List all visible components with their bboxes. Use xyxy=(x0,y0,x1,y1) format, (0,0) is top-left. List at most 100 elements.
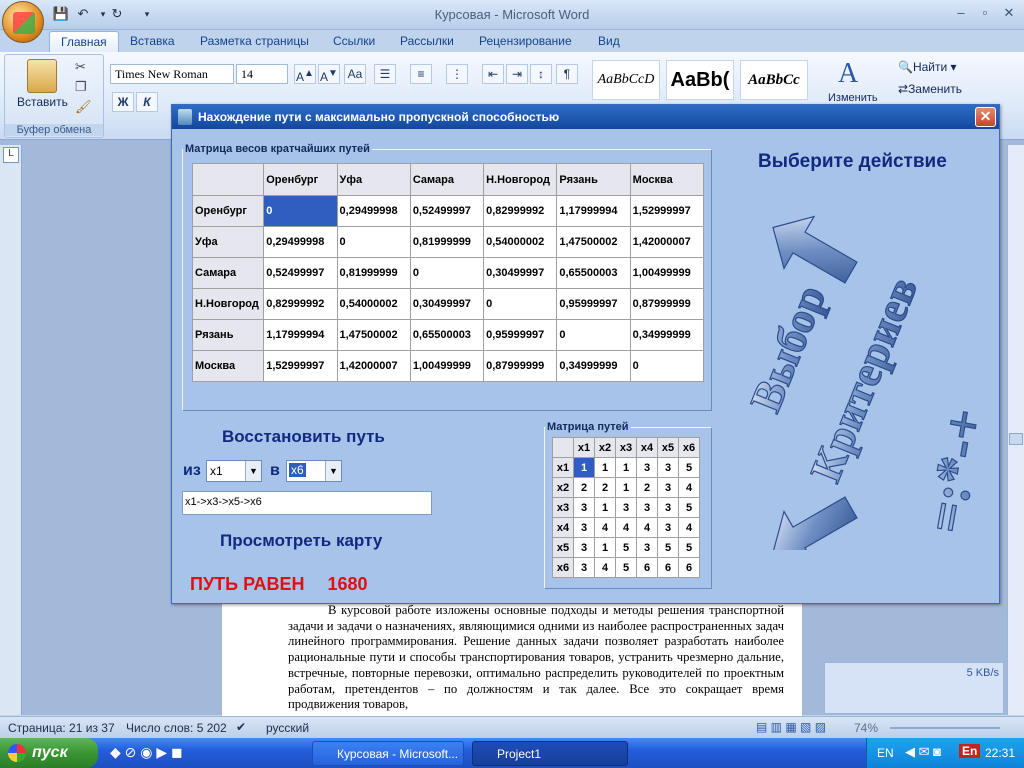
paths-table[interactable]: x1 x2 x3 x4 x5 x6 x1 1 1 1 3 3 5 x2 2 2 1 2 3 4 x3 3 1 3 3 3 5 x4 3 4… xyxy=(552,437,700,578)
column-header[interactable]: x2 xyxy=(594,437,616,458)
column-header[interactable]: Рязань xyxy=(556,163,631,196)
table-cell[interactable]: 0,54000002 xyxy=(483,226,558,258)
quick-launch-icons[interactable]: ◆ ⊘ ◉ ▶ ◼ xyxy=(110,744,183,761)
office-button[interactable] xyxy=(2,1,44,43)
font-size-combo[interactable]: 14 xyxy=(236,64,288,84)
minimize-icon[interactable]: – xyxy=(948,4,974,22)
cut-icon[interactable]: ✂ xyxy=(75,59,86,75)
grid-corner[interactable] xyxy=(552,437,574,458)
table-cell[interactable]: 1,42000007 xyxy=(336,350,411,382)
table-cell[interactable]: 2 xyxy=(636,477,658,498)
column-header[interactable]: Самара xyxy=(409,163,485,196)
table-cell[interactable]: 4 xyxy=(594,517,616,538)
table-cell[interactable]: 0,34999999 xyxy=(556,350,631,382)
vertical-scrollbar[interactable] xyxy=(1007,145,1024,715)
bullets-icon[interactable]: ☰ xyxy=(374,64,396,84)
table-cell[interactable]: 1,47500002 xyxy=(556,226,631,258)
grow-font-icon[interactable]: A▲ xyxy=(294,64,316,84)
tab-review[interactable]: Рецензирование xyxy=(468,31,583,52)
close-icon[interactable]: ✕ xyxy=(996,4,1022,22)
paste-icon[interactable] xyxy=(27,59,57,93)
show-marks-icon[interactable]: ¶ xyxy=(556,64,578,84)
shrink-font-icon[interactable]: A▼ xyxy=(318,64,340,84)
to-select[interactable]: x6 ▼ xyxy=(286,460,342,482)
column-header[interactable]: Уфа xyxy=(336,163,411,196)
tray-icons[interactable]: ◀ ✉ ◙ xyxy=(905,744,941,760)
table-cell[interactable]: 0,87999999 xyxy=(629,288,705,320)
table-cell[interactable]: 1 xyxy=(615,457,637,478)
table-cell[interactable]: 0,29499998 xyxy=(336,195,411,227)
table-cell[interactable]: 3 xyxy=(657,477,679,498)
row-header[interactable]: x2 xyxy=(552,477,574,498)
table-cell[interactable]: 1,00499999 xyxy=(629,257,705,289)
table-cell[interactable]: 0,95999997 xyxy=(483,319,558,351)
style-no-spacing[interactable]: AaBb( xyxy=(666,60,734,100)
tray-lang[interactable]: EN xyxy=(877,746,894,760)
table-cell[interactable]: 4 xyxy=(678,477,700,498)
view-map-button[interactable]: Просмотреть карту xyxy=(220,531,382,551)
scroll-thumb[interactable] xyxy=(1009,433,1023,445)
table-cell[interactable]: 1 xyxy=(594,537,616,558)
table-cell[interactable]: 4 xyxy=(594,557,616,578)
table-cell[interactable]: 4 xyxy=(678,517,700,538)
style-normal[interactable]: AaBbCcD xyxy=(592,60,660,100)
decrease-indent-icon[interactable]: ⇤ xyxy=(482,64,504,84)
table-cell[interactable]: 2 xyxy=(573,477,595,498)
table-cell[interactable]: 0 xyxy=(263,195,338,227)
row-header[interactable]: Рязань xyxy=(191,319,265,351)
find-button[interactable]: 🔍Найти ▾ xyxy=(898,60,957,74)
row-header[interactable]: Москва xyxy=(191,350,265,382)
table-cell[interactable]: 0,29499998 xyxy=(263,226,338,258)
format-painter-icon[interactable]: 🖌 xyxy=(75,99,92,115)
table-cell[interactable]: 5 xyxy=(615,557,637,578)
page-status[interactable]: Страница: 21 из 37 xyxy=(8,721,115,735)
table-cell[interactable]: 1 xyxy=(615,477,637,498)
clock[interactable]: 22:31 xyxy=(985,746,1015,760)
view-layout-icon[interactable]: ▤ ▥ ▦ ▧ ▨ xyxy=(756,720,826,734)
weights-table[interactable]: Оренбург Уфа Самара Н.Новгород Рязань Москва О… xyxy=(191,163,705,382)
numbering-icon[interactable]: ≡ xyxy=(410,64,432,84)
table-cell[interactable]: 2 xyxy=(594,477,616,498)
multilevel-list-icon[interactable]: ⋮ xyxy=(446,64,468,84)
italic-button[interactable]: К xyxy=(136,92,158,112)
task-project1[interactable]: Project1 xyxy=(472,741,628,766)
column-header[interactable]: Москва xyxy=(629,163,705,196)
column-header[interactable]: x1 xyxy=(573,437,595,458)
table-cell[interactable]: 0,30499997 xyxy=(409,288,485,320)
table-cell[interactable]: 3 xyxy=(636,537,658,558)
tab-page-layout[interactable]: Разметка страницы xyxy=(189,31,320,52)
table-cell[interactable]: 0 xyxy=(556,319,631,351)
table-cell[interactable]: 3 xyxy=(657,517,679,538)
table-cell[interactable]: 5 xyxy=(615,537,637,558)
restore-icon[interactable]: ▫ xyxy=(972,4,998,22)
table-cell[interactable]: 6 xyxy=(678,557,700,578)
tab-home[interactable]: Главная xyxy=(49,31,119,52)
table-cell[interactable]: 3 xyxy=(636,497,658,518)
zoom-level[interactable]: 74% xyxy=(854,721,878,735)
from-select[interactable]: x1 ▼ xyxy=(206,460,262,482)
tab-insert[interactable]: Вставка xyxy=(119,31,186,52)
row-header[interactable]: Н.Новгород xyxy=(191,288,265,320)
row-header[interactable]: Оренбург xyxy=(191,195,265,227)
criteria-art[interactable]: Выбор Критериев =:*-+ xyxy=(717,200,997,550)
copy-icon[interactable]: ❐ xyxy=(75,79,87,95)
change-styles-icon[interactable]: A xyxy=(838,58,858,90)
table-cell[interactable]: 0,95999997 xyxy=(556,288,631,320)
task-kursovaya[interactable]: Курсовая - Microsoft... xyxy=(312,741,464,766)
table-cell[interactable]: 0,54000002 xyxy=(336,288,411,320)
style-heading[interactable]: AaBbCc xyxy=(740,60,808,100)
table-cell[interactable]: 1,17999994 xyxy=(556,195,631,227)
table-cell[interactable]: 1,42000007 xyxy=(629,226,705,258)
table-cell[interactable]: 1,17999994 xyxy=(263,319,338,351)
table-cell[interactable]: 0 xyxy=(629,350,705,382)
table-cell[interactable]: 4 xyxy=(615,517,637,538)
table-cell[interactable]: 0,52499997 xyxy=(263,257,338,289)
chevron-down-icon[interactable]: ▼ xyxy=(245,461,261,481)
table-cell[interactable]: 1 xyxy=(594,497,616,518)
table-cell[interactable]: 0 xyxy=(336,226,411,258)
change-styles-label[interactable]: Изменить xyxy=(828,92,878,104)
table-cell[interactable]: 1,00499999 xyxy=(409,350,485,382)
column-header[interactable]: Оренбург xyxy=(263,163,338,196)
increase-indent-icon[interactable]: ⇥ xyxy=(506,64,528,84)
table-cell[interactable]: 5 xyxy=(678,457,700,478)
